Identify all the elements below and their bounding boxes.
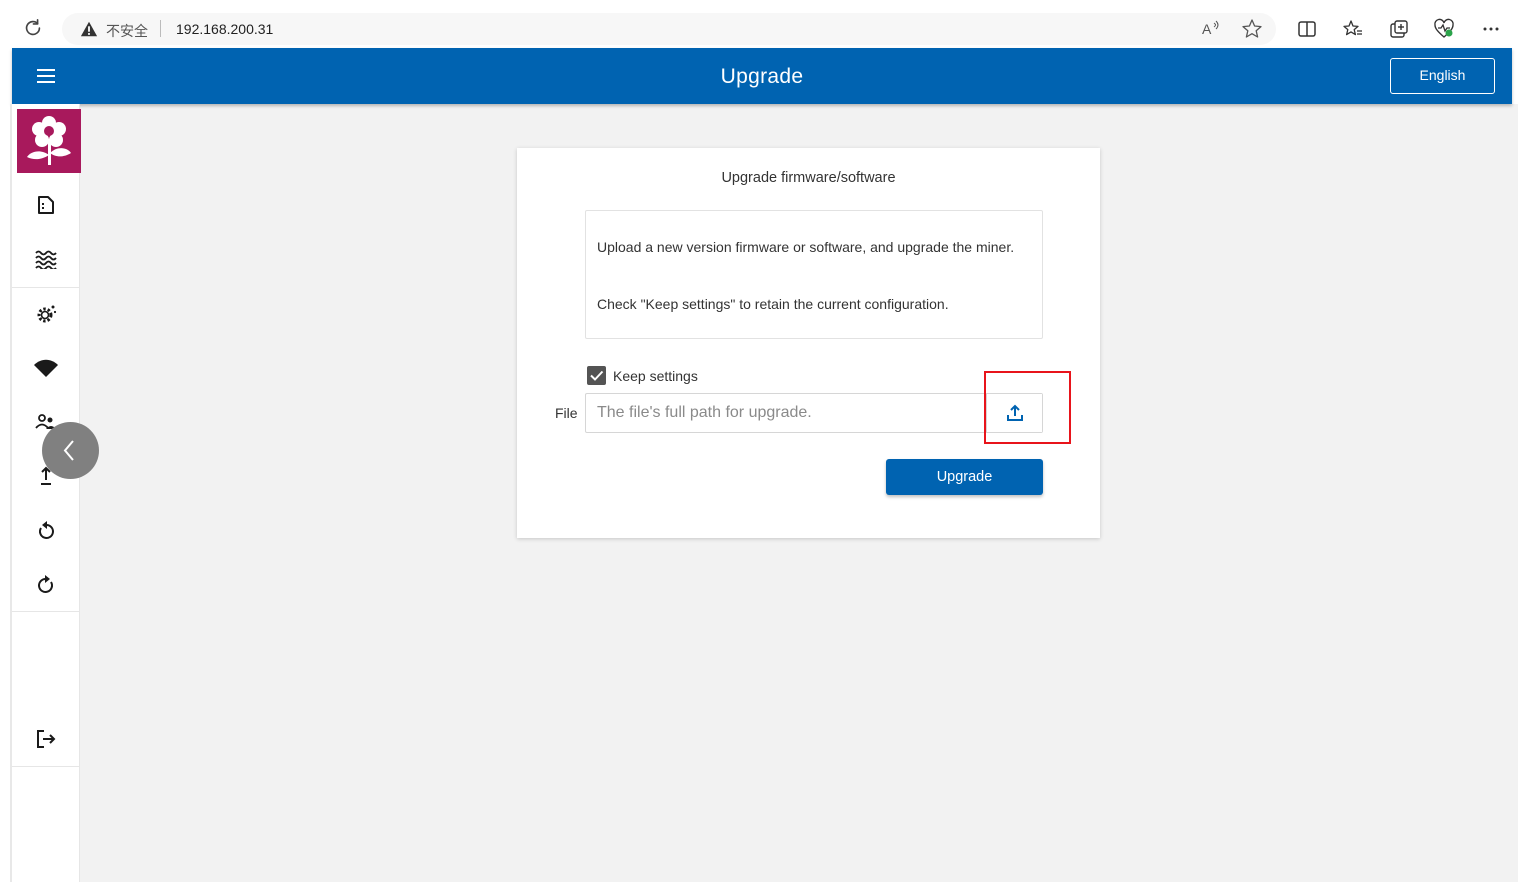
- app-header: Upgrade English: [12, 48, 1512, 104]
- info-box: Upload a new version firmware or softwar…: [585, 210, 1043, 339]
- favorite-star-icon[interactable]: [1241, 18, 1263, 40]
- sidebar-item-hashrate[interactable]: [12, 235, 80, 283]
- document-icon: [38, 196, 54, 214]
- info-text-upload: Upload a new version firmware or softwar…: [597, 239, 1015, 255]
- waves-icon: [35, 250, 57, 269]
- sidebar-item-restore[interactable]: [12, 506, 80, 554]
- checkmark-icon: [590, 370, 604, 381]
- flower-logo-icon: [27, 116, 71, 165]
- sidebar-item-reboot[interactable]: [12, 560, 80, 608]
- keep-settings-checkbox[interactable]: [587, 366, 606, 385]
- brand-logo: [17, 109, 81, 173]
- upgrade-button[interactable]: Upgrade: [886, 459, 1043, 495]
- collections-icon[interactable]: [1388, 18, 1410, 40]
- upgrade-card: Upgrade firmware/software Upload a new v…: [517, 148, 1100, 538]
- sidebar-divider: [12, 766, 80, 767]
- rotate-left-icon: [39, 521, 54, 539]
- split-screen-icon[interactable]: [1296, 18, 1318, 40]
- browser-toolbar: 不安全 192.168.200.31 A: [0, 0, 1524, 48]
- sidebar: [10, 104, 81, 882]
- more-options-icon[interactable]: [1480, 18, 1502, 40]
- browser-health-icon[interactable]: [1433, 18, 1455, 40]
- address-divider: [160, 20, 161, 37]
- sidebar-divider: [12, 611, 80, 612]
- page-title: Upgrade: [720, 65, 804, 88]
- sidebar-item-settings[interactable]: [12, 290, 80, 338]
- sidebar-item-network[interactable]: [12, 344, 80, 392]
- window-edge: [1518, 0, 1524, 882]
- sidebar-divider: [12, 287, 80, 288]
- warning-icon: [80, 21, 98, 37]
- highlight-annotation: [984, 371, 1071, 444]
- reload-icon[interactable]: [22, 18, 44, 40]
- language-button[interactable]: English: [1390, 58, 1495, 94]
- logout-icon: [37, 730, 56, 748]
- favorites-list-icon[interactable]: [1342, 18, 1364, 40]
- file-path-input[interactable]: [585, 393, 1043, 433]
- file-label: File: [555, 405, 578, 421]
- wifi-icon: [34, 359, 58, 377]
- keep-settings-label: Keep settings: [613, 368, 698, 384]
- chevron-left-icon: [63, 440, 74, 461]
- sidebar-item-logout[interactable]: [12, 715, 80, 763]
- sidebar-collapse-button[interactable]: [42, 422, 99, 479]
- read-aloud-icon[interactable]: A: [1200, 18, 1222, 40]
- info-text-keep-settings: Check "Keep settings" to retain the curr…: [597, 296, 949, 312]
- card-title: Upgrade firmware/software: [721, 170, 896, 186]
- svg-text:A: A: [1202, 21, 1212, 37]
- refresh-icon: [38, 575, 53, 593]
- settings-gear-icon: [37, 305, 57, 323]
- url-text[interactable]: 192.168.200.31: [176, 21, 273, 37]
- insecure-label: 不安全: [106, 23, 148, 39]
- sidebar-item-status[interactable]: [12, 181, 80, 229]
